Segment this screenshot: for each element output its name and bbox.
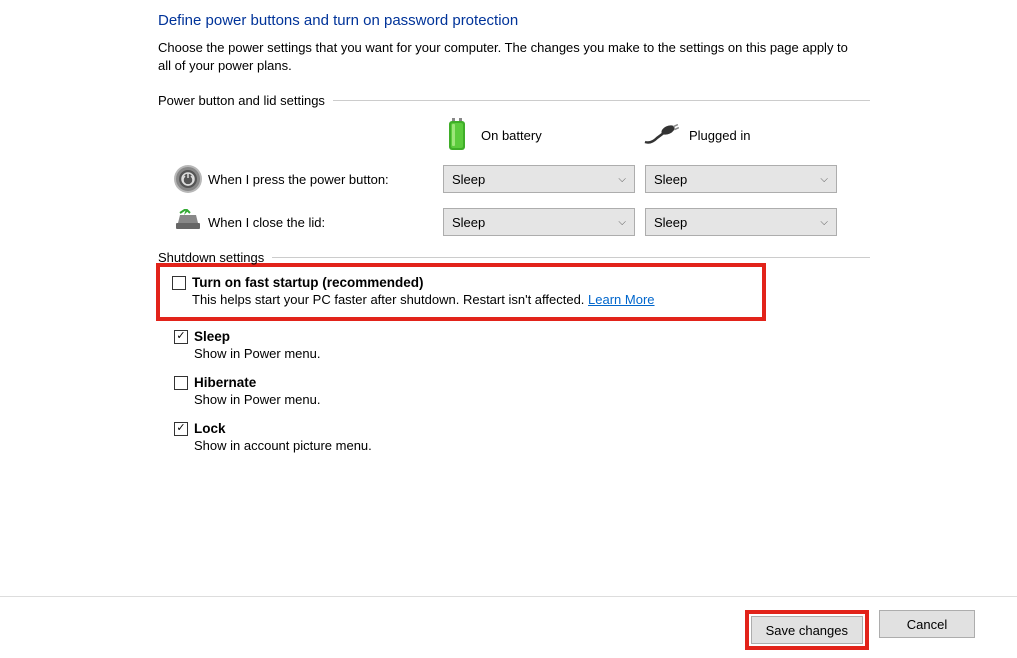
column-header-battery: On battery bbox=[443, 118, 643, 152]
dropdown-value: Sleep bbox=[452, 172, 485, 187]
sleep-description: Show in Power menu. bbox=[194, 346, 870, 361]
option-sleep: Sleep Show in Power menu. bbox=[158, 321, 870, 367]
column-header-plugged: Plugged in bbox=[643, 124, 843, 146]
power-button-battery-dropdown[interactable]: Sleep ⌵ bbox=[443, 165, 635, 193]
fast-startup-label: Turn on fast startup (recommended) bbox=[192, 275, 424, 290]
hibernate-description: Show in Power menu. bbox=[194, 392, 870, 407]
lock-description: Show in account picture menu. bbox=[194, 438, 870, 453]
cancel-button[interactable]: Cancel bbox=[879, 610, 975, 638]
option-hibernate: Hibernate Show in Power menu. bbox=[158, 367, 870, 413]
lid-battery-dropdown[interactable]: Sleep ⌵ bbox=[443, 208, 635, 236]
lock-label: Lock bbox=[194, 421, 226, 436]
chevron-down-icon: ⌵ bbox=[618, 174, 626, 185]
setting-label: When I press the power button: bbox=[208, 172, 443, 187]
setting-row-power-button: When I press the power button: Sleep ⌵ S… bbox=[158, 164, 870, 194]
highlight-fast-startup: Turn on fast startup (recommended) This … bbox=[156, 263, 766, 321]
fast-startup-description: This helps start your PC faster after sh… bbox=[192, 292, 754, 307]
column-label: Plugged in bbox=[689, 128, 750, 143]
dropdown-value: Sleep bbox=[654, 215, 687, 230]
option-lock: Lock Show in account picture menu. bbox=[158, 413, 870, 459]
dropdown-value: Sleep bbox=[452, 215, 485, 230]
lock-checkbox[interactable] bbox=[174, 422, 188, 436]
page-title: Define power buttons and turn on passwor… bbox=[158, 12, 870, 29]
divider bbox=[272, 257, 870, 258]
section-label: Shutdown settings bbox=[158, 250, 272, 265]
fast-startup-checkbox[interactable] bbox=[172, 276, 186, 290]
highlight-save-button: Save changes bbox=[745, 610, 869, 650]
power-button-section-header: Power button and lid settings bbox=[158, 93, 870, 108]
hibernate-checkbox[interactable] bbox=[174, 376, 188, 390]
lid-plugged-dropdown[interactable]: Sleep ⌵ bbox=[645, 208, 837, 236]
hibernate-label: Hibernate bbox=[194, 375, 256, 390]
column-label: On battery bbox=[481, 128, 542, 143]
battery-icon bbox=[443, 118, 471, 152]
laptop-lid-icon bbox=[168, 209, 208, 235]
chevron-down-icon: ⌵ bbox=[618, 217, 626, 228]
save-changes-button[interactable]: Save changes bbox=[751, 616, 863, 644]
power-button-plugged-dropdown[interactable]: Sleep ⌵ bbox=[645, 165, 837, 193]
dropdown-value: Sleep bbox=[654, 172, 687, 187]
divider bbox=[333, 100, 870, 101]
sleep-label: Sleep bbox=[194, 329, 230, 344]
chevron-down-icon: ⌵ bbox=[820, 174, 828, 185]
setting-label: When I close the lid: bbox=[208, 215, 443, 230]
plug-icon bbox=[643, 124, 679, 146]
footer: Save changes Cancel bbox=[0, 596, 1017, 650]
sleep-checkbox[interactable] bbox=[174, 330, 188, 344]
power-button-icon bbox=[168, 164, 208, 194]
setting-row-lid: When I close the lid: Sleep ⌵ Sleep ⌵ bbox=[158, 208, 870, 236]
page-description: Choose the power settings that you want … bbox=[158, 39, 858, 75]
learn-more-link[interactable]: Learn More bbox=[588, 292, 654, 307]
chevron-down-icon: ⌵ bbox=[820, 217, 828, 228]
section-label: Power button and lid settings bbox=[158, 93, 333, 108]
